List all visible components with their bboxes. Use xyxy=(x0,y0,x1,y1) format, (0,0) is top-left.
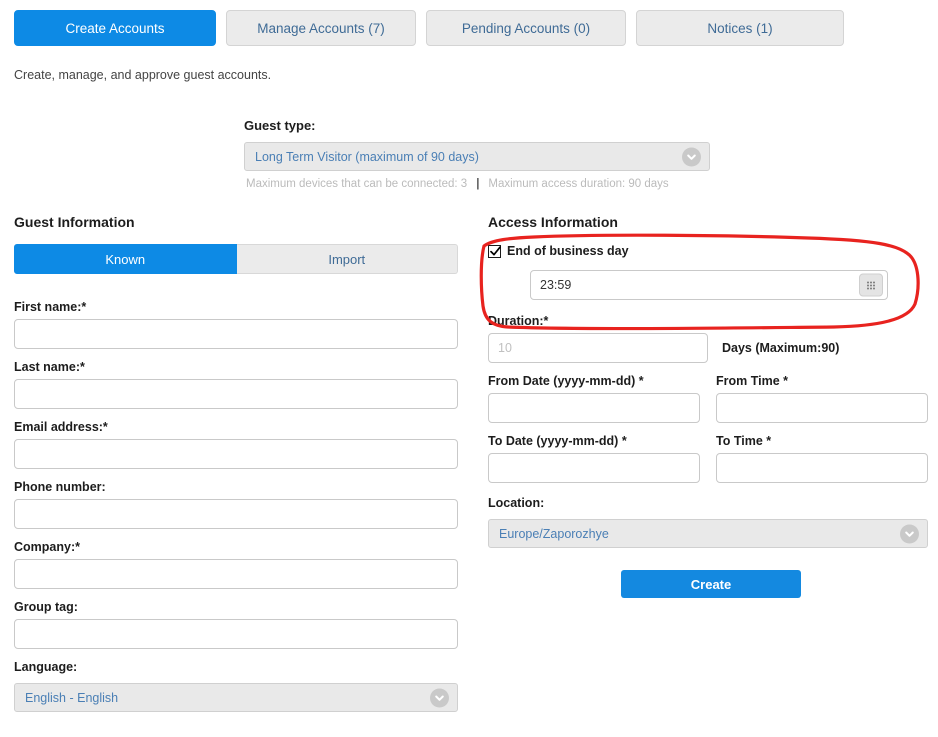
to-date-input[interactable] xyxy=(488,453,700,483)
to-time-input[interactable] xyxy=(716,453,928,483)
field-location: Location: Europe/Zaporozhye xyxy=(488,496,928,548)
email-address-input[interactable] xyxy=(14,439,458,469)
location-select[interactable]: Europe/Zaporozhye xyxy=(488,519,928,548)
location-label: Location: xyxy=(488,496,545,510)
to-date-time-row: To Date (yyyy-mm-dd) * To Time * xyxy=(488,434,928,483)
from-date-label: From Date (yyyy-mm-dd) * xyxy=(488,374,644,388)
first-name-label: First name:* xyxy=(14,300,87,314)
tab-create-accounts[interactable]: Create Accounts xyxy=(14,10,216,46)
phone-number-label: Phone number: xyxy=(14,480,106,494)
chevron-down-icon xyxy=(900,524,919,543)
duration-row: Days (Maximum:90) xyxy=(488,333,928,363)
first-name-input[interactable] xyxy=(14,319,458,349)
to-date-label: To Date (yyyy-mm-dd) * xyxy=(488,434,627,448)
page-description: Create, manage, and approve guest accoun… xyxy=(14,68,272,82)
guest-information-panel: Guest Information Known Import First nam… xyxy=(14,214,458,723)
hint-max-devices: Maximum devices that can be connected: 3 xyxy=(246,178,468,190)
field-language: Language: English - English xyxy=(14,660,458,712)
chevron-down-icon xyxy=(430,688,449,707)
hint-separator: | xyxy=(476,178,480,190)
field-phone-number: Phone number: xyxy=(14,480,458,529)
company-label: Company:* xyxy=(14,540,80,554)
create-button[interactable]: Create xyxy=(621,570,801,598)
end-of-business-time-input[interactable] xyxy=(530,270,888,300)
access-information-title: Access Information xyxy=(488,214,618,230)
guest-type-section: Guest type: Long Term Visitor (maximum o… xyxy=(244,118,710,190)
from-time-label: From Time * xyxy=(716,374,789,388)
field-company: Company:* xyxy=(14,540,458,589)
guest-source-segmented-control: Known Import xyxy=(14,244,458,274)
field-group-tag: Group tag: xyxy=(14,600,458,649)
tab-notices[interactable]: Notices (1) xyxy=(636,10,844,46)
from-time-input[interactable] xyxy=(716,393,928,423)
segment-known[interactable]: Known xyxy=(14,244,237,274)
location-value: Europe/Zaporozhye xyxy=(499,526,609,541)
from-date-input[interactable] xyxy=(488,393,700,423)
language-value: English - English xyxy=(25,690,119,705)
language-label: Language: xyxy=(14,660,78,674)
end-of-business-day-checkbox[interactable] xyxy=(488,244,501,258)
group-tag-label: Group tag: xyxy=(14,600,78,614)
segment-import[interactable]: Import xyxy=(236,244,458,274)
group-tag-input[interactable] xyxy=(14,619,458,649)
last-name-input[interactable] xyxy=(14,379,458,409)
field-to-time: To Time * xyxy=(716,434,928,483)
from-date-time-row: From Date (yyyy-mm-dd) * From Time * xyxy=(488,374,928,423)
field-from-time: From Time * xyxy=(716,374,928,423)
phone-number-input[interactable] xyxy=(14,499,458,529)
duration-input[interactable] xyxy=(488,333,708,363)
field-email-address: Email address:* xyxy=(14,420,458,469)
to-time-label: To Time * xyxy=(716,434,772,448)
access-information-panel: Access Information End of business day D… xyxy=(488,214,928,598)
tab-manage-accounts[interactable]: Manage Accounts (7) xyxy=(226,10,416,46)
field-first-name: First name:* xyxy=(14,300,458,349)
tab-bar: Create Accounts Manage Accounts (7) Pend… xyxy=(14,10,844,46)
tab-pending-accounts[interactable]: Pending Accounts (0) xyxy=(426,10,626,46)
guest-type-value: Long Term Visitor (maximum of 90 days) xyxy=(255,149,479,164)
chevron-down-icon xyxy=(682,147,701,166)
duration-label: Duration:* xyxy=(488,314,549,328)
end-of-business-day-label[interactable]: End of business day xyxy=(507,244,629,258)
duration-units-label: Days (Maximum:90) xyxy=(722,341,840,355)
end-of-business-day-row: End of business day xyxy=(488,244,928,258)
email-address-label: Email address:* xyxy=(14,420,108,434)
end-of-business-time-field xyxy=(530,270,888,300)
hint-max-duration: Maximum access duration: 90 days xyxy=(488,178,669,190)
company-input[interactable] xyxy=(14,559,458,589)
field-duration: Duration:* Days (Maximum:90) xyxy=(488,314,928,363)
guest-type-hints: Maximum devices that can be connected: 3… xyxy=(244,178,710,190)
calendar-grid-icon[interactable] xyxy=(859,273,883,297)
guest-type-label: Guest type: xyxy=(244,118,316,133)
field-from-date: From Date (yyyy-mm-dd) * xyxy=(488,374,700,423)
field-to-date: To Date (yyyy-mm-dd) * xyxy=(488,434,700,483)
guest-information-title: Guest Information xyxy=(14,214,135,230)
field-last-name: Last name:* xyxy=(14,360,458,409)
last-name-label: Last name:* xyxy=(14,360,85,374)
guest-type-select[interactable]: Long Term Visitor (maximum of 90 days) xyxy=(244,142,710,171)
language-select[interactable]: English - English xyxy=(14,683,458,712)
